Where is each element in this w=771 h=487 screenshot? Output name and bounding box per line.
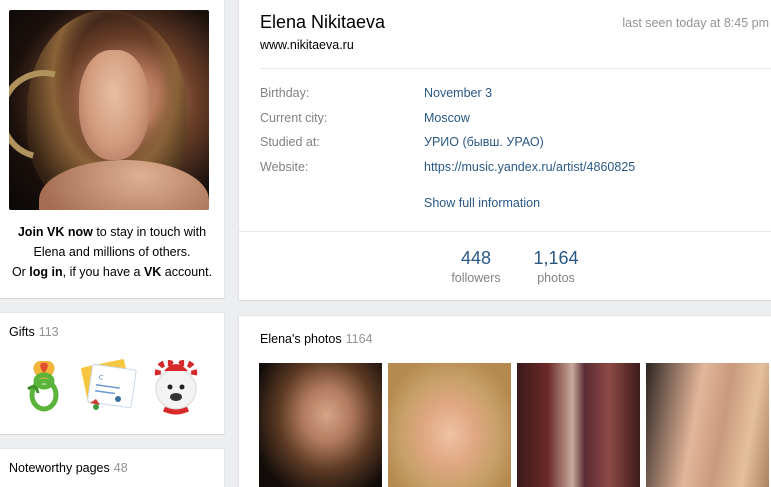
profile-status-website[interactable]: www.nikitaeva.ru: [260, 38, 354, 52]
gifts-header[interactable]: Gifts 113: [9, 325, 59, 339]
info-value-link[interactable]: November 3: [424, 86, 492, 100]
photo-thumbnail[interactable]: [517, 363, 640, 487]
info-label: Current city:: [260, 111, 328, 125]
divider: [239, 231, 771, 232]
info-value-link[interactable]: https://music.yandex.ru/artist/4860825: [424, 160, 635, 174]
divider: [260, 68, 771, 69]
info-row-studied: Studied at: УРИО (бывш. УРАО): [260, 135, 771, 155]
photo-thumbnail[interactable]: [646, 363, 769, 487]
photo-image: [646, 363, 769, 487]
photo-thumbnail[interactable]: [388, 363, 511, 487]
noteworthy-pages-card: Noteworthy pages 48: [0, 449, 224, 487]
gifts-card: Gifts 113 С: [0, 313, 224, 434]
info-value-link[interactable]: Moscow: [424, 111, 470, 125]
info-label: Studied at:: [260, 135, 320, 149]
login-link[interactable]: log in: [29, 265, 62, 279]
gift-item[interactable]: С: [80, 353, 140, 417]
followers-counter[interactable]: 448 followers: [431, 248, 521, 285]
photo-thumbnail[interactable]: [259, 363, 382, 487]
bear-candy-cane-gift-icon: [154, 358, 198, 415]
photos-count-badge: 1164: [345, 332, 373, 346]
show-full-information-link[interactable]: Show full information: [424, 196, 540, 210]
gift-item[interactable]: [146, 353, 206, 417]
info-label: Website:: [260, 160, 309, 174]
photo-image: [517, 363, 640, 487]
photos-label: photos: [537, 271, 575, 285]
photo-image: [388, 363, 511, 487]
gift-item[interactable]: [14, 353, 74, 417]
last-seen-status: last seen today at 8:45 pm: [622, 16, 769, 30]
photos-count: 1,164: [533, 248, 579, 268]
info-label: Birthday:: [260, 86, 310, 100]
noteworthy-pages-header[interactable]: Noteworthy pages 48: [9, 461, 128, 475]
vk-word: VK: [143, 265, 162, 279]
photos-card: Elena's photos 1164: [239, 316, 771, 487]
profile-name: Elena Nikitaeva: [260, 12, 386, 32]
profile-avatar[interactable]: [9, 10, 209, 210]
flower-8-gift-icon: [27, 360, 59, 412]
join-text-mid2: , if you have a: [62, 265, 144, 279]
photos-header[interactable]: Elena's photos 1164: [260, 332, 373, 346]
followers-count: 448: [460, 248, 492, 268]
photos-counter[interactable]: 1,164 photos: [511, 248, 601, 285]
info-row-city: Current city: Moscow: [260, 111, 771, 131]
photo-image: [259, 363, 382, 487]
join-prompt: Join VK now to stay in touch with Elena …: [9, 222, 215, 282]
avatar-face: [79, 50, 149, 160]
noteworthy-pages-count: 48: [113, 461, 128, 475]
followers-label: followers: [451, 271, 501, 285]
avatar-card: Join VK now to stay in touch with Elena …: [0, 0, 224, 298]
greeting-card-gift-icon: С: [81, 359, 137, 410]
join-text-end: account.: [161, 265, 213, 279]
profile-info-card: Elena Nikitaeva www.nikitaeva.ru last se…: [239, 0, 771, 300]
noteworthy-pages-title: Noteworthy pages: [9, 461, 110, 475]
info-row-birthday: Birthday: November 3: [260, 86, 771, 106]
info-value-link[interactable]: УРИО (бывш. УРАО): [424, 135, 544, 149]
photos-title: Elena's photos: [260, 332, 342, 346]
gifts-title: Gifts: [9, 325, 35, 339]
gifts-count: 113: [38, 325, 59, 339]
info-row-website: Website: https://music.yandex.ru/artist/…: [260, 160, 771, 180]
join-vk-link[interactable]: Join VK now: [18, 225, 93, 239]
or-text: Or: [11, 265, 30, 279]
